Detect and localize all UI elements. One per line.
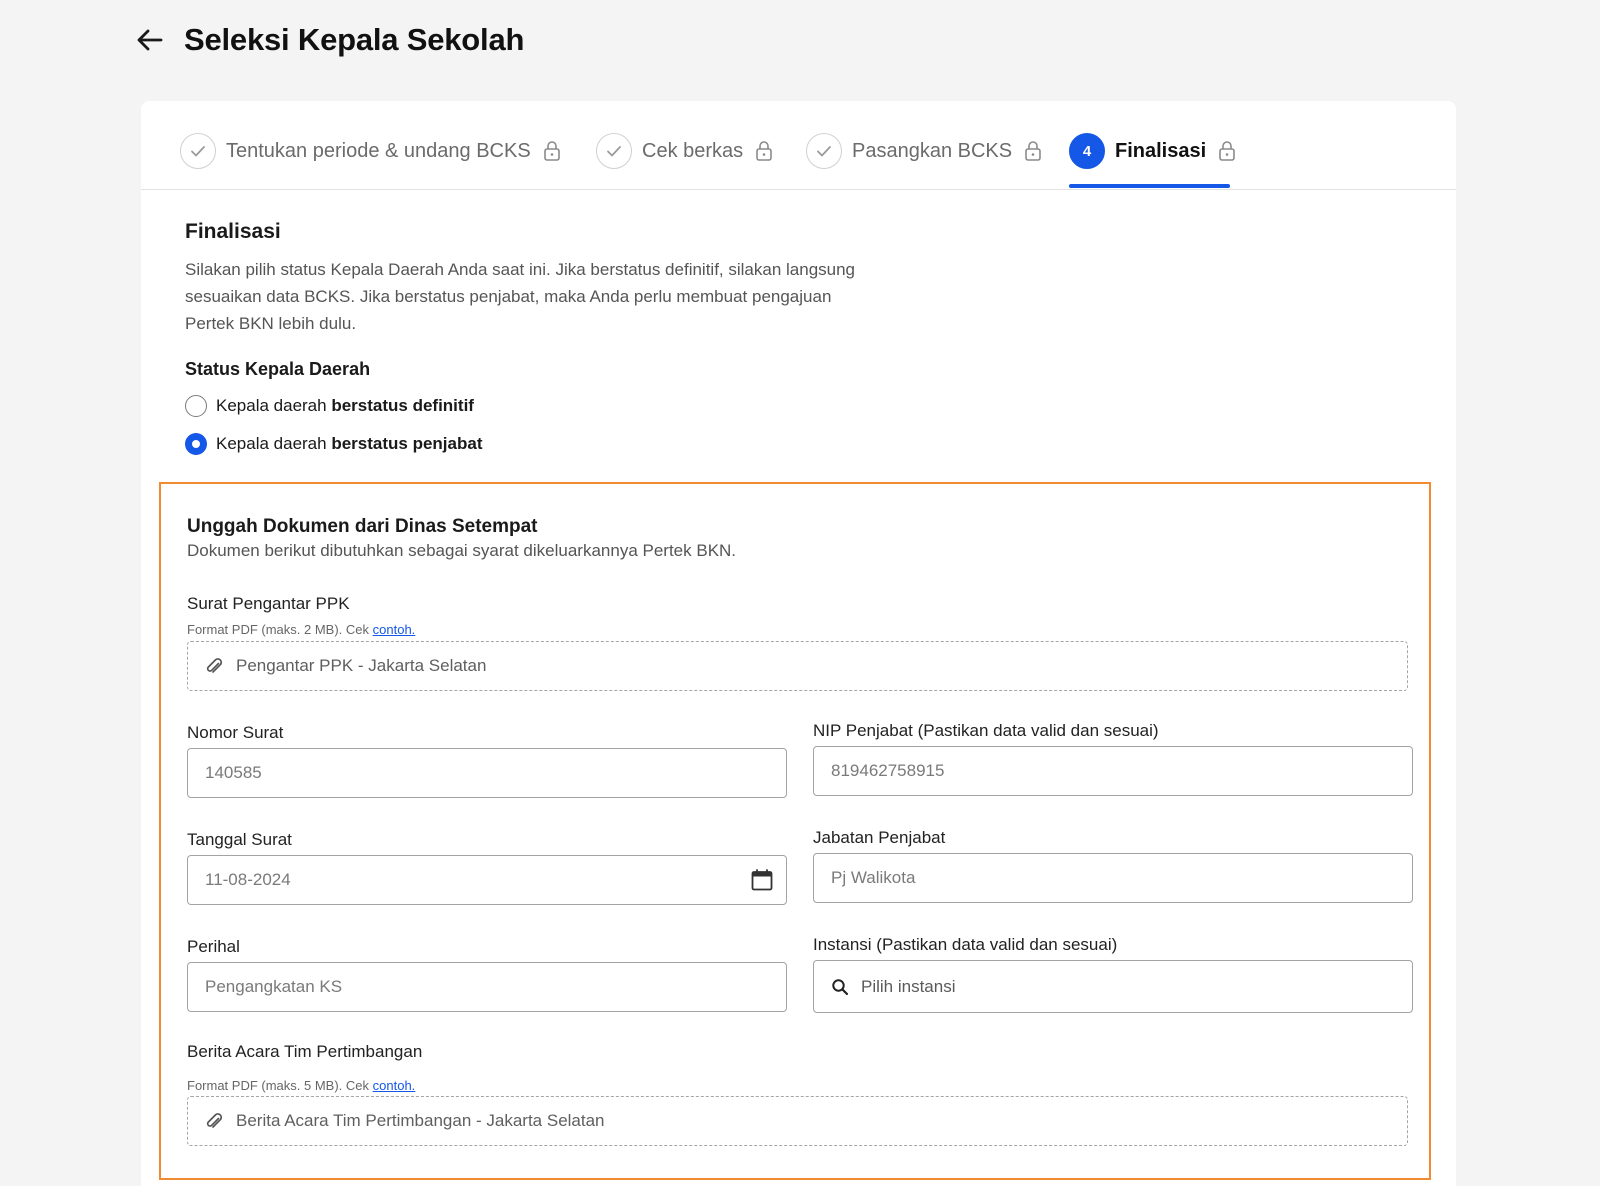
check-icon xyxy=(180,133,216,169)
nomor-surat-input[interactable]: 140585 xyxy=(187,748,787,798)
perihal-label: Perihal xyxy=(187,937,240,956)
surat-pengantar-hint: Format PDF (maks. 2 MB). Cek contoh. xyxy=(187,622,416,637)
radio-label: Kepala daerah berstatus penjabat xyxy=(216,434,483,453)
lock-icon xyxy=(755,140,773,162)
radio-label: Kepala daerah berstatus definitif xyxy=(216,396,474,415)
step-finalisasi[interactable]: 4 Finalisasi xyxy=(1069,133,1236,169)
section-description: Silakan pilih status Kepala Daerah Anda … xyxy=(185,260,856,333)
nip-penjabat-label: NIP Penjabat (Pastikan data valid dan se… xyxy=(813,721,1159,740)
instansi-label: Instansi (Pastikan data valid dan sesuai… xyxy=(813,935,1118,954)
lock-icon xyxy=(1218,140,1236,162)
step-label: Cek berkas xyxy=(642,139,744,162)
radio-definitif[interactable]: Kepala daerah berstatus definitif xyxy=(185,395,474,417)
radio-penjabat[interactable]: Kepala daerah berstatus penjabat xyxy=(185,433,482,455)
input-value: Pj Walikota xyxy=(831,868,916,887)
lock-icon xyxy=(1024,140,1042,162)
paperclip-icon xyxy=(206,1113,223,1128)
contoh-link[interactable]: contoh. xyxy=(373,622,416,637)
surat-pengantar-label: Surat Pengantar PPK xyxy=(187,594,350,613)
page-header: Seleksi Kepala Sekolah xyxy=(132,22,524,58)
nip-penjabat-input[interactable]: 819462758915 xyxy=(813,746,1413,796)
tanggal-surat-label: Tanggal Surat xyxy=(187,830,292,849)
contoh-link[interactable]: contoh. xyxy=(373,1078,416,1093)
stepper: Tentukan periode & undang BCKS Cek berka… xyxy=(141,101,1456,190)
input-value: 11-08-2024 xyxy=(205,870,291,889)
nomor-surat-label: Nomor Surat xyxy=(187,723,284,742)
surat-pengantar-file[interactable]: Pengantar PPK - Jakarta Selatan xyxy=(187,641,1408,691)
input-placeholder: Pilih instansi xyxy=(861,976,956,996)
perihal-input[interactable]: Pengangkatan KS xyxy=(187,962,787,1012)
radio-button[interactable] xyxy=(185,395,207,417)
file-name: Berita Acara Tim Pertimbangan - Jakarta … xyxy=(236,1111,605,1130)
step-label: Tentukan periode & undang BCKS xyxy=(226,139,531,162)
active-step-indicator xyxy=(1069,184,1230,188)
berita-acara-hint: Format PDF (maks. 5 MB). Cek contoh. xyxy=(187,1078,416,1093)
input-value: 140585 xyxy=(205,763,262,782)
step-pasangkan-bcks[interactable]: Pasangkan BCKS xyxy=(806,133,1042,169)
paperclip-icon xyxy=(206,658,223,673)
jabatan-penjabat-input[interactable]: Pj Walikota xyxy=(813,853,1413,903)
berita-acara-label: Berita Acara Tim Pertimbangan xyxy=(187,1042,423,1061)
tanggal-surat-input[interactable]: 11-08-2024 xyxy=(187,855,787,905)
step-tentukan-periode[interactable]: Tentukan periode & undang BCKS xyxy=(180,133,561,169)
search-icon xyxy=(831,978,849,996)
step-label: Finalisasi xyxy=(1115,139,1207,162)
step-label: Pasangkan BCKS xyxy=(852,139,1013,162)
main-card: Tentukan periode & undang BCKS Cek berka… xyxy=(141,101,1456,1186)
jabatan-penjabat-label: Jabatan Penjabat xyxy=(813,828,946,847)
status-label: Status Kepala Daerah xyxy=(185,359,371,379)
upload-section: Unggah Dokumen dari Dinas Setempat Dokum… xyxy=(159,482,1431,1180)
upload-title: Unggah Dokumen dari Dinas Setempat xyxy=(187,516,538,537)
radio-button[interactable] xyxy=(185,433,207,455)
step-cek-berkas[interactable]: Cek berkas xyxy=(596,133,773,169)
instansi-search-input[interactable]: Pilih instansi xyxy=(813,960,1413,1013)
check-icon xyxy=(596,133,632,169)
input-value: Pengangkatan KS xyxy=(205,977,343,996)
page-title: Seleksi Kepala Sekolah xyxy=(184,22,525,57)
arrow-left-icon xyxy=(137,29,163,51)
lock-icon xyxy=(543,140,561,162)
step-number: 4 xyxy=(1069,133,1105,169)
check-icon xyxy=(806,133,842,169)
file-name: Pengantar PPK - Jakarta Selatan xyxy=(236,656,487,675)
calendar-icon[interactable] xyxy=(750,868,774,897)
section-title: Finalisasi xyxy=(185,220,281,243)
back-button[interactable] xyxy=(132,22,168,58)
upload-description: Dokumen berikut dibutuhkan sebagai syara… xyxy=(187,541,737,560)
input-value: 819462758915 xyxy=(831,761,945,780)
berita-acara-file[interactable]: Berita Acara Tim Pertimbangan - Jakarta … xyxy=(187,1096,1408,1146)
